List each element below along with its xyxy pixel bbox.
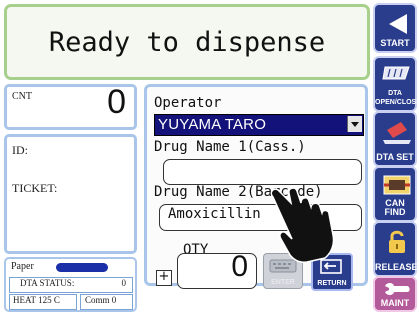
drug1-label: Drug Name 1(Cass.) <box>154 139 306 155</box>
count-panel: CNT 0 <box>4 83 137 130</box>
paper-label: Paper <box>11 261 34 272</box>
qty-input[interactable]: 0 <box>177 250 257 289</box>
chevron-down-icon[interactable] <box>347 116 362 132</box>
padlock-icon <box>389 230 405 253</box>
dta-status-box: DTA STATUS: 0 <box>9 277 133 293</box>
id-ticket-panel: ID: TICKET: <box>4 134 137 254</box>
start-label: START <box>380 38 410 48</box>
wrench-icon <box>385 283 410 295</box>
paper-level-bar <box>56 263 108 272</box>
drug1-input[interactable] <box>163 159 362 185</box>
can-find-button[interactable]: CAN FIND <box>373 166 417 222</box>
count-label: CNT <box>12 91 32 102</box>
dta-open-close-label: DTA OPEN/CLOSE <box>375 90 419 106</box>
maint-label: MAINT <box>380 298 410 308</box>
heat-label: HEAT 125 C <box>13 295 60 305</box>
comm-label: Comm 0 <box>85 295 117 305</box>
return-label: RETURN <box>317 280 347 287</box>
release-button[interactable]: RELEASE <box>373 221 418 277</box>
status-info-panel: Paper DTA STATUS: 0 HEAT 125 C Comm 0 <box>4 257 137 312</box>
qty-plus-button[interactable]: + <box>156 270 172 286</box>
tray-icon <box>382 66 410 80</box>
status-banner: Ready to dispense <box>4 4 370 80</box>
can-find-label: CAN FIND <box>384 198 406 217</box>
operator-select[interactable]: YUYAMA TARO <box>154 114 364 136</box>
dta-set-button[interactable]: DTA SET <box>373 111 417 167</box>
comm-box: Comm 0 <box>80 294 133 310</box>
enter-label: ENTER <box>271 279 295 286</box>
count-value: 0 <box>107 83 126 121</box>
dta-status-label: DTA STATUS: <box>20 278 75 288</box>
start-button[interactable]: START <box>373 3 417 53</box>
ticket-label: TICKET: <box>12 181 58 195</box>
status-message: Ready to dispense <box>48 26 326 58</box>
tray-set-icon <box>383 122 411 144</box>
drug2-value: Amoxicillin <box>168 206 261 222</box>
dta-status-value: 0 <box>121 278 127 288</box>
qty-value: 0 <box>231 250 248 283</box>
play-triangle-icon <box>389 14 407 34</box>
touch-hand-icon <box>270 187 335 263</box>
heat-box: HEAT 125 C <box>9 294 77 310</box>
operator-selected-value: YUYAMA TARO <box>158 116 267 133</box>
dta-set-label: DTA SET <box>376 152 414 162</box>
canister-icon <box>383 175 411 195</box>
dta-open-close-button[interactable]: DTA OPEN/CLOSE <box>373 56 419 112</box>
dispense-form-panel: Operator YUYAMA TARO Drug Name 1(Cass.) … <box>144 84 368 291</box>
release-label: RELEASE <box>375 262 418 272</box>
maint-button[interactable]: MAINT <box>373 276 417 312</box>
id-label: ID: <box>12 143 28 157</box>
operator-label: Operator <box>154 95 222 111</box>
